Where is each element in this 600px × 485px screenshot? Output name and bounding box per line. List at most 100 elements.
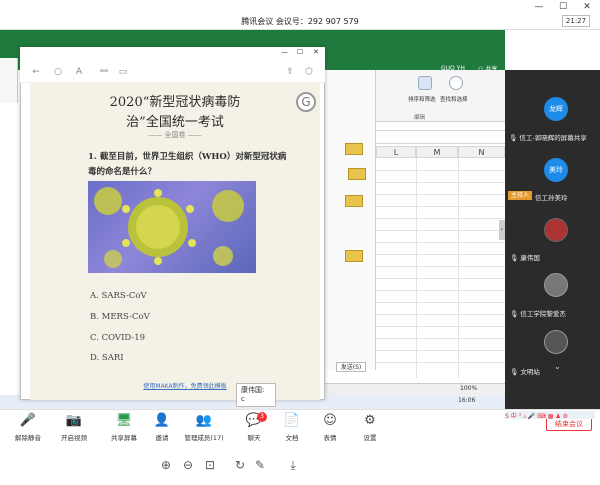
option-a[interactable]: A. SARS-CoV	[90, 291, 147, 301]
camera-off-icon: 📷	[65, 413, 83, 428]
viewer-maximize-icon[interactable]: ☐	[297, 48, 303, 56]
chevron-down-icon[interactable]: ⌄	[554, 362, 561, 371]
participant-name-text: 康伟国	[520, 254, 540, 262]
option-d[interactable]: D. SARI	[90, 353, 124, 363]
maka-footer-link[interactable]: 使用MAKA制作，免费领此模板	[120, 381, 250, 390]
grid-line	[458, 158, 459, 378]
members-icon: 👥	[195, 413, 213, 428]
virus-image	[88, 181, 256, 273]
chat-popup-name: 康伟国:	[241, 386, 265, 394]
manage-members-label: 管理成员(17)	[184, 434, 224, 442]
option-b[interactable]: B. MERS-CoV	[90, 312, 150, 322]
column-header-l[interactable]: L	[376, 146, 416, 158]
share-icon[interactable]: ⇪	[284, 66, 296, 78]
excel-ribbon-left	[0, 58, 18, 103]
participant-avatar: 美玲	[544, 158, 568, 182]
viewer-title-bar	[20, 47, 325, 61]
settings-icon[interactable]: ⬡	[303, 66, 315, 78]
meeting-title: 腾讯会议 会议号：292 907 579	[241, 17, 359, 26]
participant-avatar	[544, 330, 568, 354]
host-badge: 主持人	[508, 191, 532, 200]
fit-page-icon[interactable]: ⊡	[202, 457, 218, 473]
find-select-icon[interactable]	[449, 76, 463, 90]
image-thumbnail[interactable]	[345, 250, 363, 262]
document-title-line1: 2020“新型冠状病毒防	[109, 95, 241, 110]
settings-button[interactable]: ⚙ 设置	[346, 413, 394, 442]
screenshot-icon[interactable]: ▭	[117, 66, 129, 78]
participant-name: 信工孙美玲	[535, 194, 568, 202]
mic-off-icon: 🎤	[19, 413, 37, 428]
document-title: 2020“新型冠状病毒防 治”全国统一考试	[40, 93, 310, 133]
ime-status-bar[interactable]: S 中 ° ₀ 🎤 ⌨ ▦ ♟ ⚙	[505, 411, 595, 420]
unmute-label: 解除静音	[15, 434, 41, 442]
clock: 21:27	[562, 15, 590, 27]
invite-label: 邀请	[155, 434, 169, 442]
gear-icon: ⚙	[364, 413, 376, 428]
chat-popup-text: c	[241, 395, 245, 403]
text-icon[interactable]: A	[73, 66, 85, 78]
document-subtitle: —— 全国卷 ——	[148, 131, 202, 139]
ribbon-sort-label: 排序和筛选	[408, 97, 436, 103]
mic-muted-icon: 🎙	[510, 368, 519, 376]
participant-name: 🎙 文明站	[510, 366, 540, 376]
taskbar-time: 16:06	[458, 397, 476, 404]
grid-line	[416, 158, 417, 378]
image-thumbnail[interactable]	[345, 143, 363, 155]
minimize-icon[interactable]: —	[532, 2, 546, 12]
refresh-icon[interactable]: ○	[52, 66, 64, 78]
zoom-level: 100%	[460, 385, 478, 392]
settings-label: 设置	[363, 434, 377, 442]
option-c[interactable]: C. COVID-19	[90, 333, 145, 343]
chat-label: 聊天	[247, 434, 261, 442]
close-icon[interactable]: ✕	[580, 2, 594, 12]
chat-popup[interactable]: 康伟国: c	[236, 383, 276, 407]
ribbon-find-label: 查找和选择	[440, 97, 468, 103]
image-thumbnail[interactable]	[345, 195, 363, 207]
mic-muted-icon: 🎙	[510, 310, 519, 318]
participant-name-text: 信工学院黎爱杰	[520, 310, 566, 318]
brand-logo: G	[296, 92, 316, 112]
zoom-out-icon[interactable]: ⊖	[180, 457, 196, 473]
participant-name: 🎙 信工学院黎爱杰	[510, 308, 566, 318]
column-header-n[interactable]: N	[458, 146, 505, 158]
unmute-button[interactable]: 🎤 解除静音	[4, 413, 52, 442]
rotate-icon[interactable]: ↻	[232, 457, 248, 473]
viewer-minimize-icon[interactable]: —	[281, 48, 288, 56]
viewer-toolbar	[20, 61, 325, 83]
participant-name-text: 文明站	[520, 368, 540, 376]
column-header-m[interactable]: M	[416, 146, 458, 158]
share-screen-label: 共享屏幕	[111, 434, 137, 442]
screen-share-icon: 🖥	[115, 413, 133, 428]
start-video-button[interactable]: 📷 开启视频	[50, 413, 98, 442]
link-icon[interactable]: ⚯	[98, 66, 110, 78]
maximize-icon[interactable]: ☐	[556, 2, 570, 12]
invite-icon: 👤	[153, 413, 171, 428]
zoom-in-icon[interactable]: ⊕	[158, 457, 174, 473]
start-video-label: 开启视频	[61, 434, 87, 442]
participant-name: 🎙 信工-郭晓辉的屏幕共享	[509, 132, 587, 142]
panel-collapse-handle[interactable]: ›	[499, 220, 505, 240]
invite-button[interactable]: 👤 邀请	[138, 413, 186, 442]
viewer-close-icon[interactable]: ✕	[313, 48, 319, 56]
document-icon: 📄	[283, 413, 301, 428]
image-thumbnail[interactable]	[348, 168, 366, 180]
virus-illustration	[94, 187, 244, 268]
ribbon-group-label: 编辑	[414, 115, 426, 121]
participant-avatar	[544, 273, 568, 297]
pen-icon[interactable]: ✎	[252, 457, 268, 473]
participant-name: 🎙 康伟国	[510, 252, 540, 262]
participant-panel	[505, 70, 600, 415]
back-icon[interactable]: ←	[30, 66, 42, 78]
excel-side-panel	[318, 70, 376, 370]
download-icon[interactable]: ⤓	[285, 457, 301, 473]
manage-members-button[interactable]: 👥 管理成员(17)	[180, 413, 228, 442]
participant-avatar	[544, 218, 568, 242]
send-button[interactable]: 发送(S)	[336, 362, 366, 372]
sort-filter-icon[interactable]	[418, 76, 432, 90]
documents-label: 文档	[285, 434, 299, 442]
reactions-label: 表情	[323, 434, 337, 442]
chat-unread-badge: 3	[257, 412, 267, 422]
smiley-icon: ☺	[323, 413, 337, 428]
mic-icon: 🎙	[509, 134, 518, 142]
question-text: 1. 截至目前，世界卫生组织（WHO）对新型冠状病毒的命名是什么？	[88, 152, 287, 177]
